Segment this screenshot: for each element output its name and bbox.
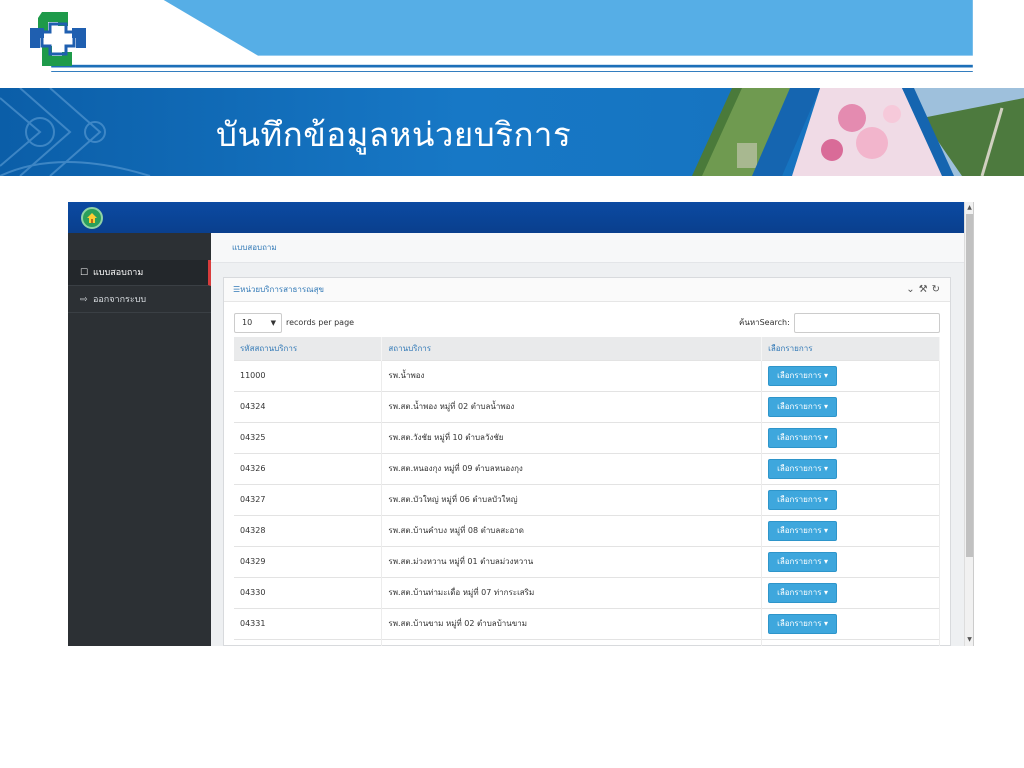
panel-title: หน่วยบริการสาธารณสุข [240,285,324,294]
thai-pattern-decoration [0,88,151,176]
service-units-panel: ☰หน่วยบริการสาธารณสุข ⌄⚒↻ 10 ▼ records p… [223,277,951,646]
column-header-code[interactable]: รหัสสถานบริการ [234,337,383,360]
panel-tools: ⌄⚒↻ [906,278,944,302]
title-banner: บันทึกข้อมูลหน่วยบริการ [0,88,1024,176]
cell-action: เลือกรายการ ▾ [761,483,940,515]
table-row: 04324 รพ.สต.น้ำพอง หมู่ที่ 02 ตำบลน้ำพอง… [234,390,940,422]
scroll-thumb[interactable] [966,214,973,557]
select-action-button[interactable]: เลือกรายการ ▾ [768,613,838,634]
select-action-button[interactable]: เลือกรายการ ▾ [768,520,838,541]
cell-action: เลือกรายการ ▾ [761,421,940,453]
table-header-row: รหัสสถานบริการ สถานบริการ เลือกรายการ [234,337,940,360]
cell-action [761,638,940,646]
breadcrumb-item[interactable]: แบบสอบถาม [232,243,277,252]
column-header-action[interactable]: เลือกรายการ [761,337,940,360]
sidebar: ☐ แบบสอบถาม ⇨ ออกจากระบบ [68,233,211,646]
table-row: 04327 รพ.สต.บัวใหญ่ หมู่ที่ 06 ตำบลบัวให… [234,483,940,515]
photo-collage [692,88,1024,176]
organization-logo [30,12,86,66]
select-action-button[interactable]: เลือกรายการ ▾ [768,551,838,572]
cell-code: 11000 [234,359,383,391]
app-navbar [68,202,973,233]
cell-name: รพ.สต.วังชัย หมู่ที่ 10 ตำบลวังชัย [381,421,763,453]
select-action-button[interactable]: เลือกรายการ ▾ [768,582,838,603]
cell-code: 04327 [234,483,383,515]
sidebar-item-label: แบบสอบถาม [93,268,144,278]
cell-name: รพ.สต.น้ำพอง หมู่ที่ 02 ตำบลน้ำพอง [381,390,763,422]
cell-name: รพ.สต.หนองกุง หมู่ที่ 09 ตำบลหนองกุง [381,452,763,484]
cell-name [381,638,763,646]
cell-code: 04328 [234,514,383,546]
sidebar-item-label: ออกจากระบบ [93,295,147,305]
cell-code: 04329 [234,545,383,577]
table-row: 04331 รพ.สต.บ้านขาม หมู่ที่ 02 ตำบลบ้านข… [234,607,940,639]
main-content: แบบสอบถาม ☰หน่วยบริการสาธารณสุข ⌄⚒↻ 10 ▼… [211,233,965,646]
home-icon [87,213,97,223]
chevron-down-icon[interactable]: ⌄ [906,284,918,295]
caret-down-icon: ▼ [270,319,276,327]
cell-action: เลือกรายการ ▾ [761,514,940,546]
records-per-page-label: records per page [286,318,355,327]
table-row: 04329 รพ.สต.ม่วงหวาน หมู่ที่ 01 ตำบลม่วง… [234,545,940,577]
column-header-name[interactable]: สถานบริการ [381,337,763,360]
select-action-button[interactable]: เลือกรายการ ▾ [768,458,838,479]
header-decoration [51,0,973,72]
cell-code: 04331 [234,607,383,639]
search-input[interactable] [794,313,940,333]
service-units-table: รหัสสถานบริการ สถานบริการ เลือกรายการ 11… [234,337,940,646]
cell-name: รพ.สต.บ้านคำบง หมู่ที่ 08 ตำบลสะอาด [381,514,763,546]
page-length-value: 10 [242,318,253,327]
document-icon: ☐ [80,268,89,278]
select-action-button[interactable]: เลือกรายการ ▾ [768,427,838,448]
cell-action: เลือกรายการ ▾ [761,390,940,422]
table-row: 11000 รพ.น้ำพอง เลือกรายการ ▾ [234,359,940,391]
vertical-scrollbar[interactable]: ▲ ▼ [964,202,973,646]
select-action-button[interactable]: เลือกรายการ ▾ [768,396,838,417]
cell-name: รพ.สต.บ้านขาม หมู่ที่ 02 ตำบลบ้านขาม [381,607,763,639]
cell-name: รพ.น้ำพอง [381,359,763,391]
page-length-select[interactable]: 10 ▼ [234,313,282,333]
cell-code [234,638,383,646]
wrench-icon[interactable]: ⚒ [919,284,932,295]
scroll-up-icon[interactable]: ▲ [966,204,973,212]
sign-out-icon: ⇨ [80,295,88,305]
cell-action: เลือกรายการ ▾ [761,607,940,639]
cell-code: 04324 [234,390,383,422]
app-window: ☐ แบบสอบถาม ⇨ ออกจากระบบ แบบสอบถาม ☰หน่วยบ… [68,202,974,646]
home-button[interactable] [81,207,103,229]
cell-action: เลือกรายการ ▾ [761,545,940,577]
table-row: 04326 รพ.สต.หนองกุง หมู่ที่ 09 ตำบลหนองก… [234,452,940,484]
cell-name: รพ.สต.ม่วงหวาน หมู่ที่ 01 ตำบลม่วงหวาน [381,545,763,577]
sidebar-item-logout[interactable]: ⇨ ออกจากระบบ [68,287,211,313]
breadcrumb[interactable]: แบบสอบถาม [211,233,965,263]
slide-title: บันทึกข้อมูลหน่วยบริการ [216,115,572,154]
cell-code: 04330 [234,576,383,608]
cell-action: เลือกรายการ ▾ [761,576,940,608]
table-row [234,638,940,646]
cell-action: เลือกรายการ ▾ [761,359,940,391]
cell-name: รพ.สต.บัวใหญ่ หมู่ที่ 06 ตำบลบัวใหญ่ [381,483,763,515]
cell-code: 04325 [234,421,383,453]
cell-code: 04326 [234,452,383,484]
select-action-button[interactable]: เลือกรายการ ▾ [768,365,838,386]
select-action-button[interactable]: เลือกรายการ ▾ [768,489,838,510]
table-row: 04330 รพ.สต.บ้านท่ามะเดื่อ หมู่ที่ 07 ท่… [234,576,940,608]
table-row: 04328 รพ.สต.บ้านคำบง หมู่ที่ 08 ตำบลสะอา… [234,514,940,546]
cell-action: เลือกรายการ ▾ [761,452,940,484]
panel-header: ☰หน่วยบริการสาธารณสุข ⌄⚒↻ [224,278,950,302]
sidebar-item-questionnaire[interactable]: ☐ แบบสอบถาม [68,260,211,286]
cell-name: รพ.สต.บ้านท่ามะเดื่อ หมู่ที่ 07 ท่ากระเส… [381,576,763,608]
refresh-icon[interactable]: ↻ [932,284,944,295]
search-label: ค้นหาSearch: [739,318,790,327]
table-row: 04325 รพ.สต.วังชัย หมู่ที่ 10 ตำบลวังชัย… [234,421,940,453]
scroll-down-icon[interactable]: ▼ [966,636,973,644]
presentation-slide: บันทึกข้อมูลหน่วยบริการ ☐ แบบสอบถาม ⇨ ออ… [0,0,1024,768]
